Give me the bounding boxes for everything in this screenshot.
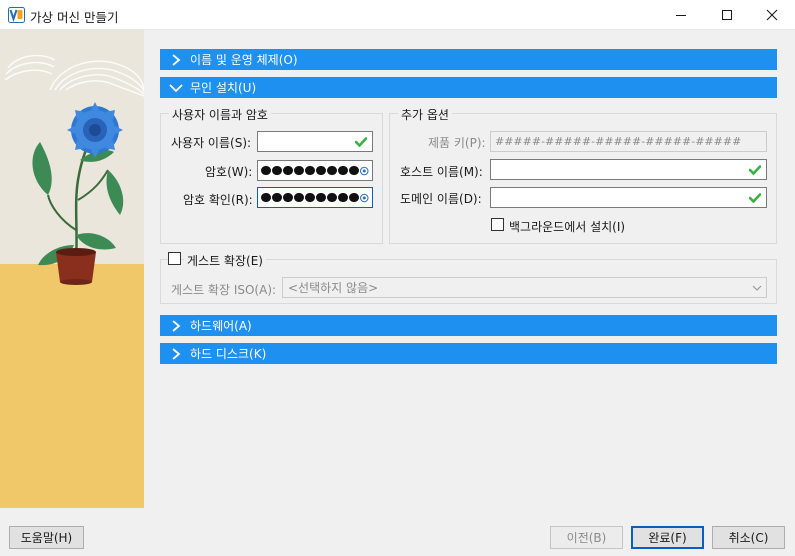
- password-dot: [305, 165, 315, 176]
- cancel-button[interactable]: 취소(C): [712, 526, 785, 549]
- section-label: 이름 및 운영 체제(O): [190, 53, 298, 67]
- hostname-label: 호스트 이름(M):: [400, 165, 483, 179]
- password-dot: [338, 192, 348, 203]
- section-hard-disk[interactable]: 하드 디스크(K): [160, 343, 777, 364]
- wizard-illustration: [0, 30, 144, 508]
- password-field[interactable]: [257, 160, 373, 181]
- check-ok-icon: [746, 161, 764, 179]
- domain-label: 도메인 이름(D):: [400, 192, 482, 206]
- password-dot: [261, 165, 271, 176]
- password-dot: [349, 192, 359, 203]
- password-dot: [338, 165, 348, 176]
- title-bar: 가상 머신 만들기: [0, 0, 795, 30]
- password-dot: [283, 192, 293, 203]
- reveal-password-icon[interactable]: [359, 191, 370, 205]
- password-dot: [349, 165, 359, 176]
- maximize-icon: [722, 10, 732, 20]
- section-hardware[interactable]: 하드웨어(A): [160, 315, 777, 336]
- section-name-os[interactable]: 이름 및 운영 체제(O): [160, 49, 777, 70]
- guest-additions-iso-select[interactable]: <선택하지 않음>: [282, 277, 767, 298]
- background-install-checkbox[interactable]: [491, 218, 504, 231]
- confirm-password-field[interactable]: [257, 187, 373, 208]
- product-key-label: 제품 키(P):: [428, 136, 486, 150]
- password-dot: [327, 192, 337, 203]
- password-dot: [272, 165, 282, 176]
- reveal-password-icon[interactable]: [359, 164, 370, 178]
- chevron-right-icon: [166, 315, 186, 336]
- domain-field[interactable]: [490, 187, 767, 208]
- password-mask: [258, 165, 359, 176]
- password-label: 암호(W):: [205, 165, 253, 179]
- virtualbox-icon: [8, 7, 25, 23]
- wizard-content: 이름 및 운영 체제(O) 무인 설치(U) 사용자 이름과 암호 사용자 이름…: [144, 30, 795, 516]
- password-dot: [261, 192, 271, 203]
- password-dot: [305, 192, 315, 203]
- check-ok-icon: [352, 133, 370, 151]
- minimize-button[interactable]: [658, 0, 704, 30]
- minimize-icon: [676, 15, 686, 16]
- section-label: 무인 설치(U): [190, 81, 257, 95]
- product-key-field[interactable]: #####-#####-#####-#####-#####: [490, 131, 767, 152]
- close-icon: [766, 9, 778, 21]
- password-dot: [294, 192, 304, 203]
- group-title: 추가 옵션: [398, 106, 452, 123]
- password-dot: [316, 192, 326, 203]
- password-dot: [294, 165, 304, 176]
- back-button[interactable]: 이전(B): [550, 526, 623, 549]
- confirm-password-mask: [258, 192, 359, 203]
- maximize-button[interactable]: [704, 0, 750, 30]
- section-label: 하드 디스크(K): [190, 347, 267, 361]
- password-dot: [283, 165, 293, 176]
- username-field[interactable]: [257, 131, 373, 152]
- guest-additions-iso-value: <선택하지 않음>: [288, 281, 379, 295]
- check-ok-icon: [746, 189, 764, 207]
- username-label: 사용자 이름(S):: [171, 136, 252, 150]
- password-dot: [272, 192, 282, 203]
- chevron-down-icon: [748, 285, 766, 291]
- guest-additions-iso-label: 게스트 확장 ISO(A):: [171, 283, 277, 297]
- password-dot: [327, 165, 337, 176]
- button-bar: 도움말(H) 이전(B) 완료(F) 취소(C): [0, 516, 795, 556]
- background-install-label: 백그라운드에서 설치(I): [509, 220, 626, 234]
- help-button[interactable]: 도움말(H): [9, 526, 84, 549]
- chevron-right-icon: [166, 49, 186, 70]
- close-button[interactable]: [749, 0, 795, 30]
- confirm-password-label: 암호 확인(R):: [183, 193, 253, 207]
- group-title: 사용자 이름과 암호: [169, 106, 271, 123]
- section-label: 하드웨어(A): [190, 319, 252, 333]
- guest-additions-label: 게스트 확장(E): [184, 252, 266, 269]
- finish-button[interactable]: 완료(F): [631, 526, 704, 549]
- guest-additions-checkbox[interactable]: [168, 252, 181, 265]
- chevron-right-icon: [166, 343, 186, 364]
- chevron-down-icon: [166, 77, 186, 98]
- section-unattended-install[interactable]: 무인 설치(U): [160, 77, 777, 98]
- password-dot: [316, 165, 326, 176]
- product-key-placeholder: #####-#####-#####-#####-#####: [495, 135, 742, 148]
- window-title: 가상 머신 만들기: [30, 10, 119, 25]
- hostname-field[interactable]: [490, 159, 767, 180]
